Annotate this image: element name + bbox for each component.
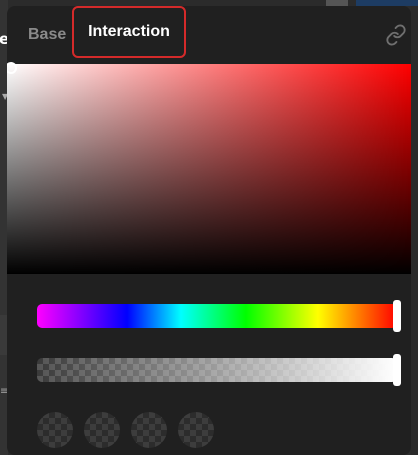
swatch-empty[interactable] bbox=[37, 412, 73, 448]
link-icon[interactable] bbox=[385, 24, 407, 46]
tab-base[interactable]: Base bbox=[28, 26, 66, 44]
alpha-slider-handle[interactable] bbox=[393, 354, 401, 386]
saturation-value-area[interactable] bbox=[7, 62, 411, 274]
color-picker-tabs: Base Interaction bbox=[7, 6, 411, 62]
hue-slider[interactable] bbox=[37, 300, 401, 332]
saturation-value-handle[interactable] bbox=[7, 62, 17, 74]
swatch-empty[interactable] bbox=[178, 412, 214, 448]
alpha-slider[interactable] bbox=[37, 354, 401, 386]
swatch-empty[interactable] bbox=[131, 412, 167, 448]
tab-interaction[interactable]: Interaction bbox=[72, 6, 186, 58]
color-picker-panel: Base Interaction bbox=[7, 6, 411, 455]
hue-slider-handle[interactable] bbox=[393, 300, 401, 332]
background-app-scroll-area bbox=[411, 6, 418, 455]
swatch-empty[interactable] bbox=[84, 412, 120, 448]
